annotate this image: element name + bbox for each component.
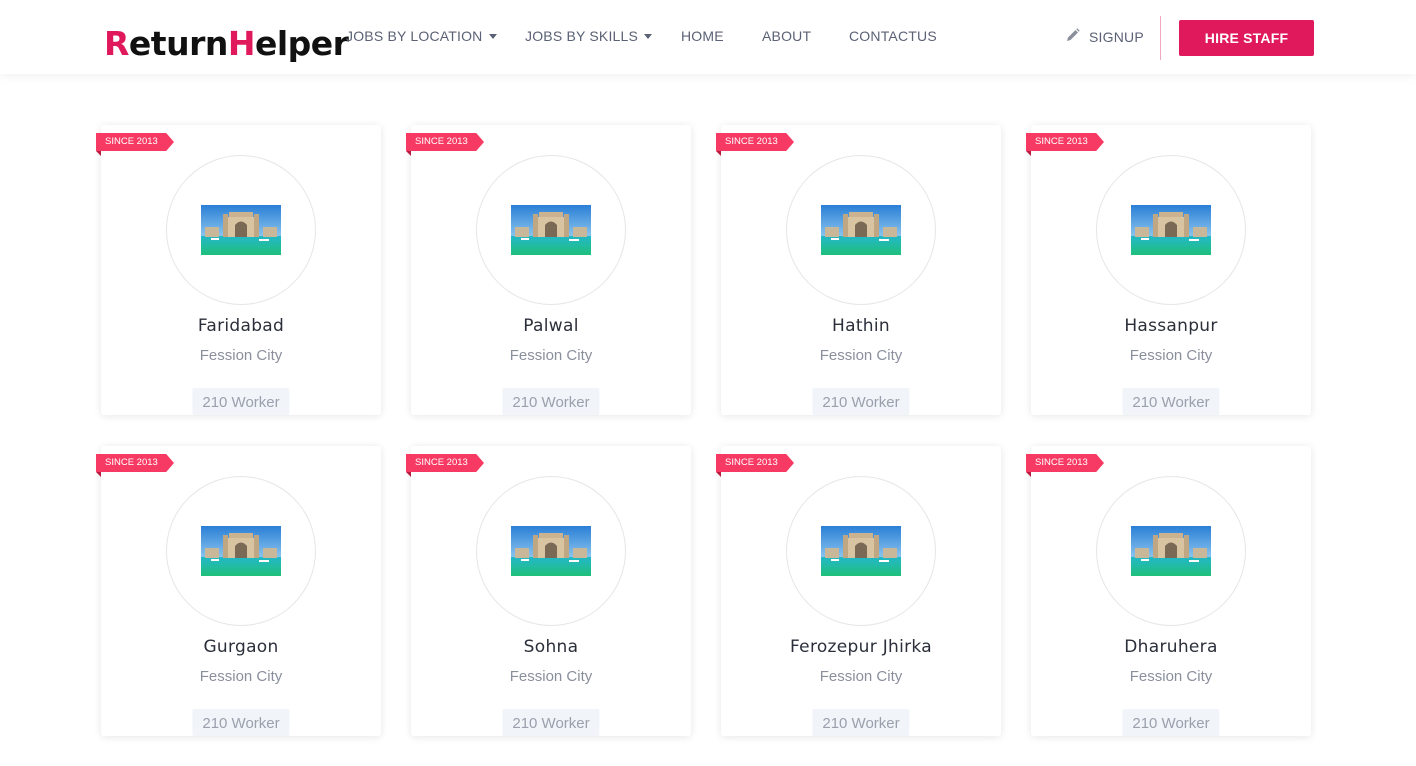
city-card[interactable]: SINCE 2013 Hassanpur Fession City 210 Wo… — [1026, 125, 1311, 415]
nav-contactus[interactable]: CONTACTUS — [849, 28, 937, 44]
city-name: Hassanpur — [1124, 316, 1218, 336]
since-badge: SINCE 2013 — [406, 133, 484, 151]
city-subtitle: Fession City — [1129, 668, 1213, 685]
city-card[interactable]: SINCE 2013 Ferozepur Jhirka Fession City… — [716, 446, 1001, 736]
site-header: ReturnHelper JOBS BY LOCATION JOBS BY SK… — [0, 0, 1416, 74]
header-divider — [1160, 16, 1161, 60]
city-card[interactable]: SINCE 2013 Faridabad Fession City 210 Wo… — [96, 125, 381, 415]
worker-count-badge: 210 Worker — [192, 388, 290, 415]
caret-down-icon — [644, 33, 653, 39]
worker-count-badge: 210 Worker — [812, 388, 910, 415]
city-subtitle: Fession City — [509, 668, 593, 685]
since-badge: SINCE 2013 — [716, 133, 794, 151]
city-image — [511, 526, 591, 576]
ribbon-fold — [96, 151, 101, 156]
city-name: Sohna — [523, 637, 579, 657]
ribbon-fold — [1026, 472, 1031, 477]
since-badge: SINCE 2013 — [1026, 454, 1104, 472]
city-name: Faridabad — [197, 316, 285, 336]
city-image-frame — [476, 155, 626, 305]
nav-jobs-by-skills[interactable]: JOBS BY SKILLS — [525, 28, 653, 44]
since-badge: SINCE 2013 — [96, 454, 174, 472]
worker-count-badge: 210 Worker — [502, 388, 600, 415]
nav-jobs-by-location[interactable]: JOBS BY LOCATION — [346, 28, 497, 44]
hire-staff-button[interactable]: HIRE STAFF — [1179, 20, 1314, 56]
city-card[interactable]: SINCE 2013 Hathin Fession City 210 Worke… — [716, 125, 1001, 415]
city-name: Ferozepur Jhirka — [790, 637, 932, 657]
signup-label: SIGNUP — [1089, 28, 1144, 45]
logo-wordmark: ReturnHelper — [104, 24, 349, 63]
city-name: Dharuhera — [1124, 637, 1218, 657]
city-image — [511, 205, 591, 255]
ribbon-fold — [716, 151, 721, 156]
nav-label: HOME — [681, 28, 724, 44]
ribbon-fold — [406, 472, 411, 477]
since-badge: SINCE 2013 — [716, 454, 794, 472]
city-subtitle: Fession City — [509, 347, 593, 364]
worker-count-badge: 210 Worker — [1122, 388, 1220, 415]
city-card[interactable]: SINCE 2013 Palwal Fession City 210 Worke… — [406, 125, 691, 415]
city-image-frame — [1096, 155, 1246, 305]
ribbon-fold — [96, 472, 101, 477]
city-name: Palwal — [523, 316, 579, 336]
city-image-frame — [1096, 476, 1246, 626]
pencil-icon — [1066, 28, 1080, 45]
city-subtitle: Fession City — [819, 668, 903, 685]
city-image-frame — [476, 476, 626, 626]
city-image-frame — [786, 476, 936, 626]
worker-count-badge: 210 Worker — [1122, 709, 1220, 736]
city-image — [821, 205, 901, 255]
city-card[interactable]: SINCE 2013 Sohna Fession City 210 Worker — [406, 446, 691, 736]
worker-count-badge: 210 Worker — [812, 709, 910, 736]
worker-count-badge: 210 Worker — [502, 709, 600, 736]
since-badge: SINCE 2013 — [406, 454, 484, 472]
city-image — [201, 205, 281, 255]
city-subtitle: Fession City — [199, 347, 283, 364]
ribbon-fold — [1026, 151, 1031, 156]
nav-signup[interactable]: SIGNUP — [1066, 28, 1144, 45]
ribbon-fold — [716, 472, 721, 477]
nav-home[interactable]: HOME — [681, 28, 724, 44]
city-image-frame — [786, 155, 936, 305]
city-name: Gurgaon — [203, 637, 279, 657]
city-name: Hathin — [832, 316, 890, 336]
city-card[interactable]: SINCE 2013 Dharuhera Fession City 210 Wo… — [1026, 446, 1311, 736]
caret-down-icon — [488, 33, 497, 39]
since-badge: SINCE 2013 — [96, 133, 174, 151]
city-subtitle: Fession City — [199, 668, 283, 685]
worker-count-badge: 210 Worker — [192, 709, 290, 736]
city-image — [821, 526, 901, 576]
city-image-frame — [166, 155, 316, 305]
ribbon-fold — [406, 151, 411, 156]
city-subtitle: Fession City — [1129, 347, 1213, 364]
logo[interactable]: ReturnHelper — [104, 20, 349, 74]
city-subtitle: Fession City — [819, 347, 903, 364]
city-image — [201, 526, 281, 576]
city-image — [1131, 526, 1211, 576]
city-image-frame — [166, 476, 316, 626]
nav-label: CONTACTUS — [849, 28, 937, 44]
city-image — [1131, 205, 1211, 255]
nav-about[interactable]: ABOUT — [762, 28, 811, 44]
since-badge: SINCE 2013 — [1026, 133, 1104, 151]
city-card[interactable]: SINCE 2013 Gurgaon Fession City 210 Work… — [96, 446, 381, 736]
nav-label: ABOUT — [762, 28, 812, 44]
nav-label: JOBS BY LOCATION — [346, 28, 483, 44]
nav-label: JOBS BY SKILLS — [525, 28, 639, 44]
